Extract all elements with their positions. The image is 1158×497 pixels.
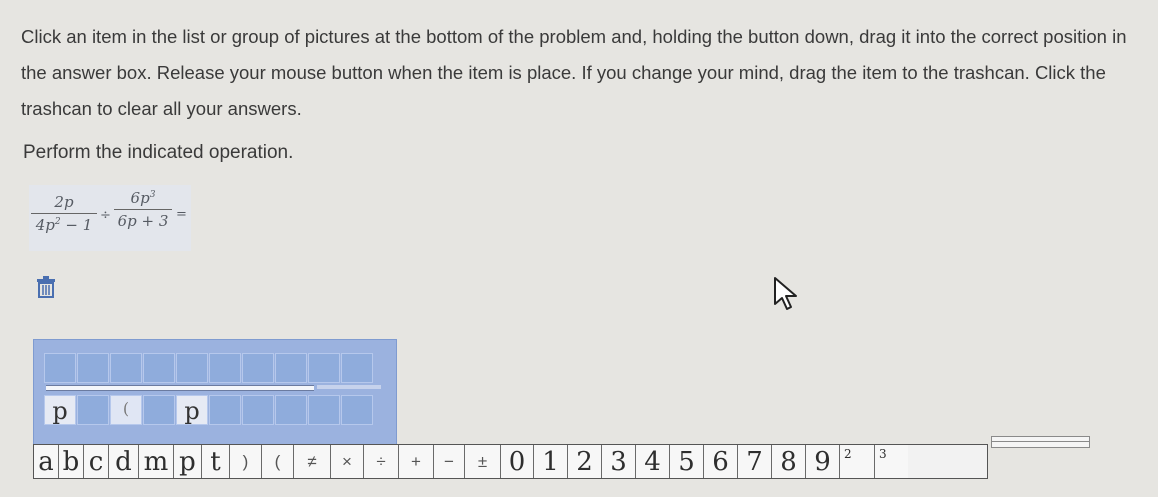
answer-slot[interactable]: [341, 395, 373, 425]
math-expression: 2p 4p2 − 1 ÷ 6p3 6p + 3 =: [29, 185, 191, 251]
palette-item-plus-minus[interactable]: ±: [465, 445, 501, 478]
answer-numerator-row: [44, 353, 374, 383]
palette-item-7[interactable]: 7: [738, 445, 772, 478]
palette-item-fraction-bar[interactable]: [991, 436, 1090, 448]
divide-operator: ÷: [100, 208, 111, 223]
palette-item-0[interactable]: 0: [501, 445, 534, 478]
instructions-text: Click an item in the list or group of pi…: [21, 26, 1127, 119]
palette-item-m[interactable]: m: [139, 445, 174, 478]
palette-item-times[interactable]: ×: [331, 445, 364, 478]
palette-item-3[interactable]: 3: [602, 445, 636, 478]
answer-slot[interactable]: [209, 395, 241, 425]
fraction-2-num-exponent: 3: [149, 190, 156, 200]
fraction-1-den-rest: − 1: [60, 216, 93, 234]
palette-item-9[interactable]: 9: [806, 445, 840, 478]
equals-sign: =: [176, 207, 187, 222]
fraction-1-denominator: 4p2 − 1: [31, 216, 97, 234]
answer-slot[interactable]: [44, 353, 76, 383]
item-palette: a b c d m p t ) ( ≠ × ÷ + − ± 0 1 2 3 4 …: [33, 444, 988, 479]
palette-item-a[interactable]: a: [34, 445, 59, 478]
fraction-2-numerator: 6p3: [114, 189, 172, 207]
answer-slot[interactable]: [308, 353, 340, 383]
palette-item-8[interactable]: 8: [772, 445, 806, 478]
answer-slot[interactable]: [275, 353, 307, 383]
answer-slot[interactable]: [77, 395, 109, 425]
palette-item-close-paren[interactable]: ): [230, 445, 262, 478]
problem-prompt: Perform the indicated operation.: [23, 142, 294, 163]
fraction-1-numerator: 2p: [54, 193, 74, 211]
answer-box[interactable]: p ( p: [33, 339, 397, 445]
answer-slot[interactable]: [143, 395, 175, 425]
mouse-pointer-icon: [773, 276, 803, 312]
palette-item-p[interactable]: p: [174, 445, 202, 478]
palette-item-plus[interactable]: +: [399, 445, 434, 478]
answer-slot[interactable]: [341, 353, 373, 383]
answer-fraction-bar[interactable]: [46, 385, 314, 391]
answer-slot[interactable]: [275, 395, 307, 425]
answer-slot[interactable]: [308, 395, 340, 425]
answer-slot[interactable]: p: [176, 395, 208, 425]
answer-slot[interactable]: [77, 353, 109, 383]
palette-item-2[interactable]: 2: [568, 445, 602, 478]
fraction-1-den-term: 4p: [35, 216, 55, 234]
palette-item-6[interactable]: 6: [704, 445, 738, 478]
fraction-2-num-term: 6p: [130, 189, 150, 207]
fraction-2-denominator: 6p + 3: [117, 212, 169, 230]
fraction-2: 6p3 6p + 3: [114, 189, 172, 230]
answer-slot[interactable]: [242, 395, 274, 425]
answer-slot[interactable]: [176, 353, 208, 383]
trash-icon[interactable]: [36, 276, 56, 298]
answer-slot[interactable]: (: [110, 395, 142, 425]
palette-item-b[interactable]: b: [59, 445, 84, 478]
answer-slot[interactable]: [209, 353, 241, 383]
palette-item-minus[interactable]: −: [434, 445, 465, 478]
palette-item-not-equal[interactable]: ≠: [294, 445, 331, 478]
answer-slot[interactable]: [242, 353, 274, 383]
answer-slot[interactable]: p: [44, 395, 76, 425]
palette-item-exponent-2[interactable]: 2: [840, 445, 875, 478]
palette-item-exponent-3[interactable]: 3: [875, 445, 908, 478]
palette-item-open-paren[interactable]: (: [262, 445, 294, 478]
fraction-2-bar: [114, 209, 172, 210]
answer-slot[interactable]: [143, 353, 175, 383]
palette-item-c[interactable]: c: [84, 445, 109, 478]
fraction-1: 2p 4p2 − 1: [31, 193, 97, 234]
palette-item-t[interactable]: t: [202, 445, 230, 478]
palette-item-divide[interactable]: ÷: [364, 445, 399, 478]
palette-item-1[interactable]: 1: [534, 445, 568, 478]
palette-item-d[interactable]: d: [109, 445, 139, 478]
palette-item-4[interactable]: 4: [636, 445, 670, 478]
answer-slot[interactable]: [110, 353, 142, 383]
fraction-1-bar: [31, 213, 97, 214]
answer-fraction-bar-extension[interactable]: [317, 385, 381, 389]
palette-item-5[interactable]: 5: [670, 445, 704, 478]
answer-denominator-row: p ( p: [44, 395, 374, 425]
